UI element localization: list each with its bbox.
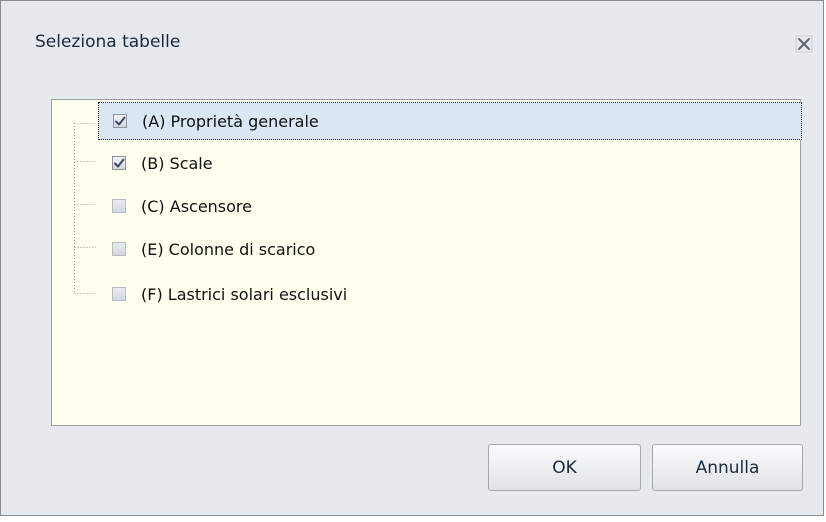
tree-item-label: (B) Scale bbox=[141, 153, 213, 173]
checkbox-unchecked[interactable] bbox=[112, 242, 126, 256]
checkbox-checked[interactable] bbox=[112, 156, 126, 170]
checkbox-unchecked[interactable] bbox=[112, 199, 126, 213]
select-tables-dialog: Seleziona tabelle (A) Proprietà generale bbox=[0, 0, 824, 516]
tables-tree: (A) Proprietà generale (B) Scale (C) Asc… bbox=[51, 99, 802, 426]
checkbox-unchecked[interactable] bbox=[112, 287, 126, 301]
tree-item-label: (F) Lastrici solari esclusivi bbox=[141, 284, 348, 304]
tree-item-label: (A) Proprietà generale bbox=[142, 111, 319, 131]
tree-item-c[interactable]: (C) Ascensore bbox=[98, 187, 252, 225]
ok-button[interactable]: OK bbox=[488, 444, 641, 491]
dialog-title: Seleziona tabelle bbox=[35, 32, 181, 52]
tree-item-label: (C) Ascensore bbox=[141, 196, 252, 216]
check-icon bbox=[114, 158, 125, 168]
title-bar: Seleziona tabelle bbox=[1, 1, 823, 61]
tree-item-a[interactable]: (A) Proprietà generale bbox=[98, 102, 802, 140]
close-icon bbox=[795, 35, 813, 53]
close-button[interactable] bbox=[791, 31, 817, 57]
tree-item-b[interactable]: (B) Scale bbox=[98, 144, 213, 182]
cancel-button[interactable]: Annulla bbox=[652, 444, 803, 491]
check-icon bbox=[115, 116, 126, 126]
tree-item-e[interactable]: (E) Colonne di scarico bbox=[98, 230, 315, 268]
tree-item-f[interactable]: (F) Lastrici solari esclusivi bbox=[98, 275, 347, 313]
checkbox-checked[interactable] bbox=[113, 114, 127, 128]
tree-item-label: (E) Colonne di scarico bbox=[141, 239, 316, 259]
